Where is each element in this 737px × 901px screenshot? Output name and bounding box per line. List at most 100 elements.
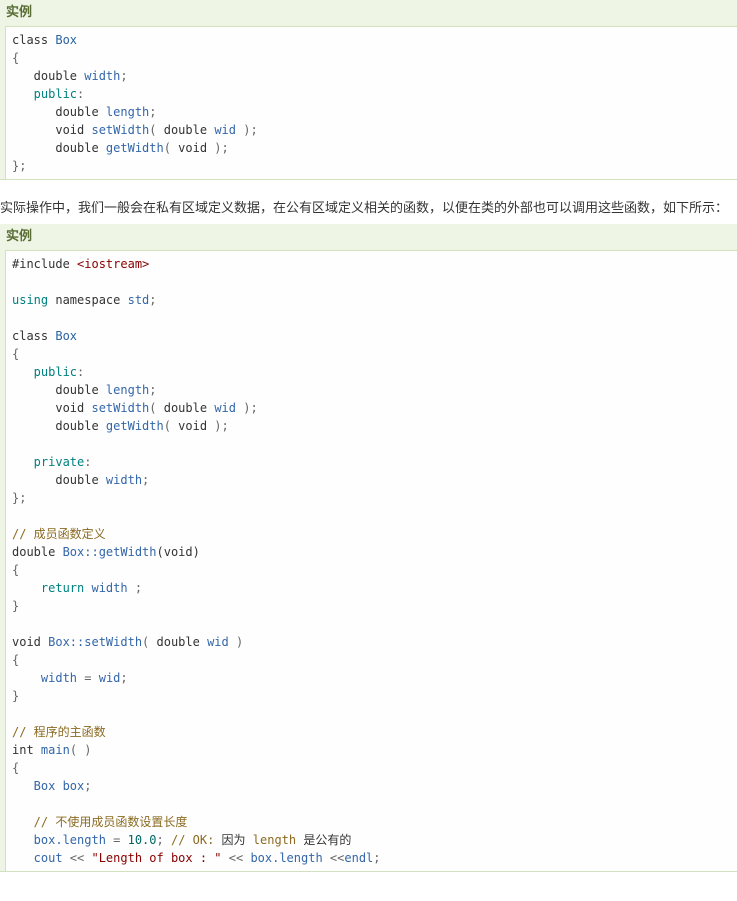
code-token: width: [84, 69, 121, 83]
code-token: box.length: [250, 851, 323, 865]
code-token: double: [156, 635, 208, 649]
code-line: };: [12, 157, 737, 175]
code-token: class: [12, 33, 56, 47]
code-token: endl: [344, 851, 374, 865]
code-token: width: [12, 671, 78, 685]
code-token: <<: [62, 851, 92, 865]
code-token: (: [163, 141, 179, 155]
code-token: Box::getWidth: [62, 545, 157, 559]
example-block-1: 实例 class Box { double width; public: doub…: [0, 0, 737, 180]
code-line: using namespace std;: [12, 291, 737, 309]
code-token: Box: [55, 33, 78, 47]
code-token: namespace: [48, 293, 128, 307]
code-token: wid: [214, 401, 236, 415]
code-line: };: [12, 489, 737, 507]
code-token: (: [149, 123, 164, 137]
code-token: }: [12, 599, 20, 613]
code-token: length: [105, 105, 150, 119]
code-token: wid: [214, 123, 236, 137]
code-line: double length;: [12, 103, 737, 121]
code-token: #include: [12, 257, 78, 271]
code-token: };: [12, 491, 27, 505]
code-token: return: [12, 581, 92, 595]
code-token: <iostream>: [77, 257, 150, 271]
code-line: {: [12, 561, 737, 579]
code-token: // 不使用成员函数设置长度: [12, 815, 188, 829]
code-line: }: [12, 597, 737, 615]
code-token: );: [207, 419, 229, 433]
code-token: ;: [142, 473, 150, 487]
code-line: double getWidth( void );: [12, 417, 737, 435]
code-block: class Box { double width; public: double …: [5, 26, 737, 179]
code-token: };: [12, 159, 27, 173]
code-token: ): [228, 635, 244, 649]
code-line: double length;: [12, 381, 737, 399]
code-token: {: [12, 761, 20, 775]
code-line: // 不使用成员函数设置长度: [12, 813, 737, 831]
code-token: void: [12, 635, 49, 649]
code-token: <<: [221, 851, 251, 865]
code-token: ;: [373, 851, 381, 865]
code-token: (: [149, 401, 164, 415]
code-token: ;: [84, 779, 92, 793]
code-token: void: [178, 141, 208, 155]
code-line: public:: [12, 85, 737, 103]
code-token: :: [77, 87, 85, 101]
code-token: double: [12, 69, 85, 83]
code-token: getWidth: [105, 419, 164, 433]
code-token: // 程序的主函数: [12, 725, 106, 739]
code-token: (: [163, 419, 179, 433]
code-line: class Box: [12, 327, 737, 345]
code-token: width: [105, 473, 143, 487]
code-line: double width;: [12, 471, 737, 489]
code-line: double width;: [12, 67, 737, 85]
code-token: length: [252, 833, 297, 847]
code-token: public: [12, 365, 78, 379]
code-line: class Box: [12, 31, 737, 49]
code-line: private:: [12, 453, 737, 471]
code-token: Box::setWidth: [48, 635, 143, 649]
code-token: void: [178, 419, 208, 433]
code-line: void setWidth( double wid );: [12, 121, 737, 139]
code-token: (: [142, 635, 157, 649]
code-line: return width ;: [12, 579, 737, 597]
code-token: std: [127, 293, 150, 307]
code-token: double: [163, 401, 215, 415]
code-token: ;: [149, 383, 157, 397]
code-token: "Length of box : ": [91, 851, 222, 865]
code-token: cout: [12, 851, 63, 865]
code-token: ;: [127, 581, 143, 595]
code-token: {: [12, 653, 20, 667]
code-token: using: [12, 293, 49, 307]
code-token: (void): [156, 545, 200, 559]
code-line: width = wid;: [12, 669, 737, 687]
code-token: ;: [156, 833, 171, 847]
code-token: length: [105, 383, 150, 397]
code-line: cout << "Length of box : " << box.length…: [12, 849, 737, 867]
code-token: ;: [120, 671, 128, 685]
code-line: {: [12, 651, 737, 669]
code-token: double: [12, 383, 106, 397]
code-token: setWidth: [91, 401, 150, 415]
code-token: void: [12, 401, 92, 415]
code-token: private: [12, 455, 85, 469]
code-token: ;: [149, 105, 157, 119]
code-token: {: [12, 51, 20, 65]
example-header: 实例: [6, 229, 33, 244]
code-line: box.length = 10.0; // OK: 因为 length 是公有的: [12, 831, 737, 849]
code-token: // OK:: [170, 833, 222, 847]
code-line: // 程序的主函数: [12, 723, 737, 741]
code-line: #include <iostream>: [12, 255, 737, 273]
code-token: wid: [98, 671, 121, 685]
code-token: 10.0: [127, 833, 157, 847]
code-token: 因为: [221, 833, 253, 847]
description-paragraph: 实际操作中，我们一般会在私有区域定义数据，在公有区域定义相关的函数，以便在类的外…: [0, 201, 729, 216]
code-line: void Box::setWidth( double wid ): [12, 633, 737, 651]
code-line: }: [12, 687, 737, 705]
code-token: {: [12, 347, 20, 361]
code-token: );: [236, 401, 258, 415]
code-token: ( ): [69, 743, 92, 757]
